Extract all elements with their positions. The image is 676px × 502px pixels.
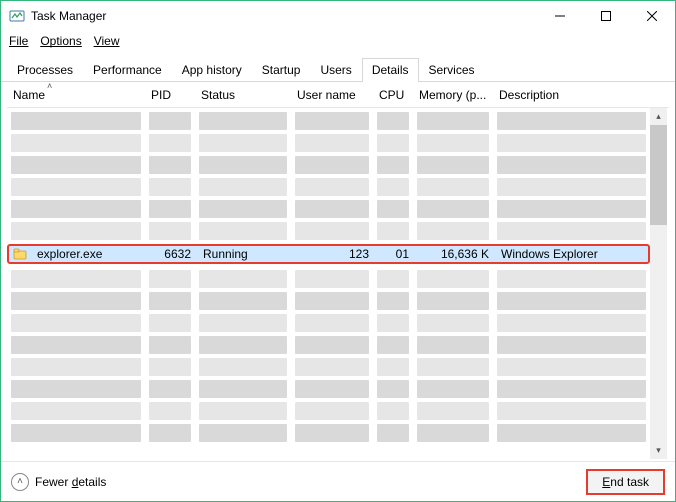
minimize-button[interactable] (537, 1, 583, 31)
maximize-button[interactable] (583, 1, 629, 31)
table-row[interactable] (7, 290, 650, 312)
task-manager-icon (9, 8, 25, 24)
fewer-details-label: Fewer details (35, 475, 106, 489)
table-row[interactable] (7, 154, 650, 176)
column-header-cpu[interactable]: CPU (373, 88, 413, 102)
column-header-status[interactable]: Status (195, 88, 291, 102)
table-row[interactable] (7, 176, 650, 198)
column-header-description[interactable]: Description (493, 88, 651, 102)
tab-startup[interactable]: Startup (252, 58, 311, 82)
window-controls (537, 1, 675, 31)
cell-cpu: 01 (375, 247, 415, 261)
tab-details[interactable]: Details (362, 58, 419, 82)
column-header-user-name[interactable]: User name (291, 88, 373, 102)
vertical-scrollbar[interactable]: ▴ ▾ (650, 108, 667, 459)
table-row[interactable] (7, 334, 650, 356)
table-row[interactable] (7, 220, 650, 242)
table-row[interactable] (7, 198, 650, 220)
window-title: Task Manager (31, 9, 106, 23)
end-task-label: End task (602, 475, 649, 489)
cell-name: explorer.exe (31, 247, 147, 261)
tabbar: Processes Performance App history Startu… (1, 51, 675, 82)
scroll-down-icon[interactable]: ▾ (650, 442, 667, 459)
scroll-thumb[interactable] (650, 125, 667, 225)
menu-options[interactable]: Options (40, 34, 81, 48)
column-headers: ˄ Name PID Status User name CPU Memory (… (7, 82, 669, 108)
end-task-button[interactable]: End task (586, 469, 665, 495)
cell-description: Windows Explorer (495, 247, 648, 261)
column-header-name[interactable]: Name (7, 88, 145, 102)
tab-performance[interactable]: Performance (83, 58, 172, 82)
grid-body[interactable]: explorer.exe 6632 Running 123 01 16,636 … (7, 108, 669, 461)
sort-ascending-icon: ˄ (47, 82, 52, 91)
table-row[interactable] (7, 110, 650, 132)
table-row[interactable] (7, 378, 650, 400)
table-row[interactable] (7, 422, 650, 444)
tab-processes[interactable]: Processes (7, 58, 83, 82)
table-row[interactable] (7, 400, 650, 422)
table-row[interactable] (7, 312, 650, 334)
footer: ˄ Fewer details End task (1, 461, 675, 501)
titlebar: Task Manager (1, 1, 675, 31)
table-row[interactable] (7, 356, 650, 378)
table-row[interactable] (7, 132, 650, 154)
fewer-details-button[interactable]: ˄ Fewer details (11, 473, 106, 491)
collapse-icon: ˄ (11, 473, 29, 491)
tab-users[interactable]: Users (310, 58, 361, 82)
column-header-pid[interactable]: PID (145, 88, 195, 102)
table-row[interactable] (7, 268, 650, 290)
tab-app-history[interactable]: App history (172, 58, 252, 82)
details-grid: ˄ Name PID Status User name CPU Memory (… (1, 82, 675, 461)
column-header-memory[interactable]: Memory (p... (413, 88, 493, 102)
table-row-selected[interactable]: explorer.exe 6632 Running 123 01 16,636 … (7, 244, 650, 264)
menu-view[interactable]: View (94, 34, 120, 48)
cell-user: 123 (293, 247, 375, 261)
menubar: File Options View (1, 31, 675, 51)
cell-status: Running (197, 247, 293, 261)
menu-file[interactable]: File (9, 34, 28, 48)
cell-memory: 16,636 K (415, 247, 495, 261)
explorer-icon (13, 247, 27, 261)
close-button[interactable] (629, 1, 675, 31)
scroll-up-icon[interactable]: ▴ (650, 108, 667, 125)
cell-pid: 6632 (147, 247, 197, 261)
task-manager-window: Task Manager File Options View Processes… (0, 0, 676, 502)
tab-services[interactable]: Services (419, 58, 485, 82)
